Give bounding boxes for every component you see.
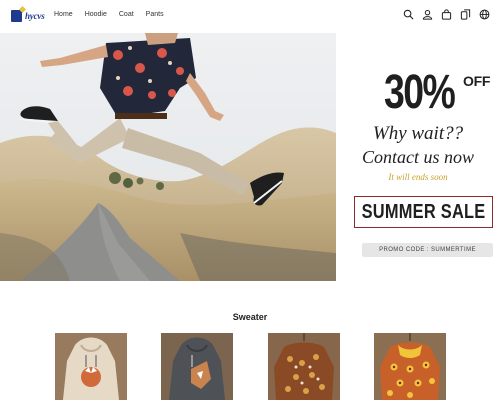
site-header: hycvs Home Hoodie Coat Pants: [0, 0, 500, 32]
logo-text: hycvs: [25, 11, 45, 21]
section-title-sweater: Sweater: [232, 312, 268, 322]
promo-line-why-wait: Why wait??: [372, 123, 464, 144]
promo-code-badge[interactable]: PROMO CODE : SUMMERTIME: [362, 243, 493, 257]
hero-image[interactable]: [0, 33, 336, 281]
brand-logo[interactable]: hycvs: [11, 7, 45, 25]
hero-photo-jumping-man: [0, 33, 336, 281]
product-card-fox-print-hoodie[interactable]: [55, 333, 127, 400]
product-image: [374, 333, 446, 400]
product-image: [161, 333, 233, 400]
promo-line-contact: Contact us now: [361, 147, 474, 167]
summer-sale-banner[interactable]: SUMMER SALE: [354, 196, 493, 228]
promo-line-ends-soon: It will ends soon: [388, 172, 448, 182]
logo-mark: [11, 10, 22, 22]
product-card-yellow-floral-sweater[interactable]: [374, 333, 446, 400]
compare-icon[interactable]: [460, 9, 471, 20]
cart-icon[interactable]: [441, 9, 452, 20]
product-card-brown-print-sweater[interactable]: [268, 333, 340, 400]
discount-off-label: OFF: [463, 73, 491, 89]
nav-item-home[interactable]: Home: [54, 11, 73, 18]
product-image: [55, 333, 127, 400]
search-icon[interactable]: [403, 9, 414, 20]
nav-item-hoodie[interactable]: Hoodie: [85, 11, 107, 18]
header-icons: [403, 9, 490, 20]
discount-percent: 30%: [384, 66, 456, 119]
product-card-grey-fox-hoodie[interactable]: [161, 333, 233, 400]
nav-item-pants[interactable]: Pants: [146, 11, 164, 18]
account-icon[interactable]: [422, 9, 433, 20]
nav-item-coat[interactable]: Coat: [119, 11, 134, 18]
promo-panel: 30% OFF Why wait?? Contact us now It wil…: [336, 33, 500, 281]
language-icon[interactable]: [479, 9, 490, 20]
main-nav: Home Hoodie Coat Pants: [54, 11, 164, 18]
product-image: [268, 333, 340, 400]
summer-sale-label: SUMMER SALE: [361, 200, 486, 223]
